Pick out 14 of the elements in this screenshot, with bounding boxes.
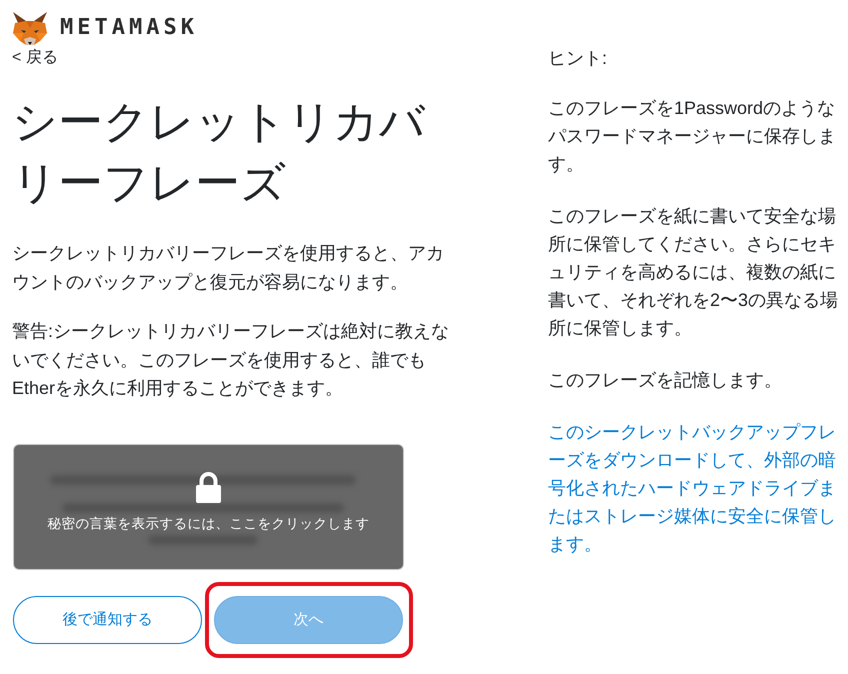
lock-icon — [195, 472, 222, 502]
warning-text: 警告:シークレットリカバリーフレーズは絶対に教えないでください。このフレーズを使用すると、誰でもEtherを永久に利用することができます。 — [12, 320, 450, 400]
tip-text: このフレーズを紙に書いて安全な場所に保管してください。さらにセキュリティを高めるには、複数の紙に書いて、それぞれを2〜3の異なる場所に保管します。 — [548, 205, 840, 340]
tip-text: このフレーズを記憶します。 — [548, 369, 783, 392]
back-link[interactable]: < 戻る — [12, 46, 58, 70]
fox-logo-icon — [12, 10, 48, 46]
logo-wordmark: METAMASK — [60, 15, 198, 41]
remind-later-button[interactable]: 後で通知する — [13, 596, 202, 644]
description-text: シークレットリカバリーフレーズを使用すると、アカウントのバックアップと復元が容易になります。 — [12, 242, 445, 294]
page-title: シークレットリカバリーフレーズ — [12, 95, 426, 210]
reveal-secret-button[interactable]: 秘密の言葉を表示するには、ここをクリックします — [13, 444, 404, 570]
download-link[interactable]: このシークレットバックアップフレーズをダウンロードして、外部の暗号化されたハードウェアドライブまたはストレージ媒体に安全に保管します。 — [548, 418, 846, 558]
tip-text: このフレーズを1Passwordのようなパスワードマネージャーに保存します。 — [548, 97, 837, 176]
tips-heading: ヒント: — [548, 47, 608, 70]
